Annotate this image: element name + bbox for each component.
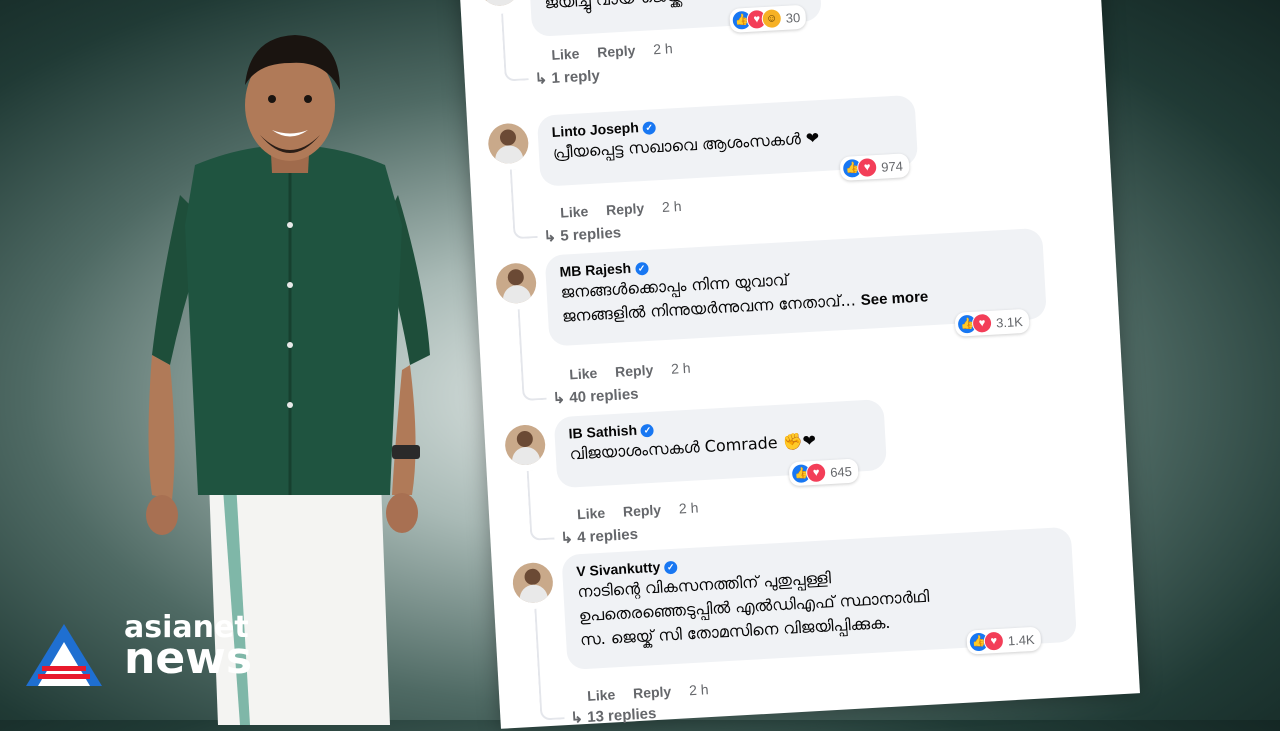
reaction-count: 3.1K [995,313,1024,331]
see-more-link[interactable]: See more [860,288,928,309]
comment-time: 2 h [688,681,709,699]
like-button[interactable]: Like [560,203,589,221]
verified-badge-icon: ✓ [663,560,678,575]
avatar[interactable] [495,262,538,305]
reaction-count: 645 [829,463,853,480]
like-button[interactable]: Like [587,686,616,704]
reply-button[interactable]: Reply [633,683,672,701]
avatar[interactable] [504,423,547,467]
comment-time: 2 h [670,359,691,377]
reaction-summary[interactable]: 👍 ♥ 974 [839,153,910,181]
thread-line [501,12,529,82]
love-icon: ♥ [856,156,878,179]
commenter-name[interactable]: IB Sathish [568,422,637,442]
thread-line [509,168,538,240]
verified-badge-icon: ✓ [640,423,655,438]
reply-button[interactable]: Reply [597,42,636,60]
reply-arrow-icon: ↳ [543,227,561,246]
view-replies-link[interactable]: ↳ 5 replies [543,223,621,246]
view-replies-link[interactable]: ↳ 1 reply [534,66,600,88]
logo-mark-icon [26,624,102,686]
comment-time: 2 h [678,499,699,517]
reaction-summary[interactable]: 👍 ♥ 3.1K [954,308,1030,337]
like-button[interactable]: Like [577,505,606,523]
comments-panel: ജയിച്ചു വായ് ജെയ്ക്ക് ❤ 👍♥☺30 Like Reply… [458,0,1140,729]
reply-button[interactable]: Reply [615,362,654,380]
comment-time: 2 h [652,40,674,58]
reply-arrow-icon: ↳ [534,69,552,88]
love-icon: ♥ [971,312,993,334]
avatar[interactable] [478,0,521,7]
commenter-name[interactable]: V Sivankutty [576,559,661,580]
like-button[interactable]: Like [551,45,580,63]
reaction-summary[interactable]: 👍 ♥ 1.4K [966,626,1042,655]
asianet-news-logo: asianet news [24,613,274,692]
view-replies-link[interactable]: ↳ 13 replies [570,704,657,727]
comment-time: 2 h [661,197,682,215]
haha-icon: ☺ [761,8,783,30]
reply-button[interactable]: Reply [623,502,662,520]
reaction-count: 1.4K [1007,631,1035,648]
avatar[interactable] [511,561,554,604]
commenter-name[interactable]: MB Rajesh [559,260,631,280]
avatar[interactable] [487,122,530,165]
reply-arrow-icon: ↳ [570,708,588,727]
like-button[interactable]: Like [569,365,598,383]
love-icon: ♥ [805,462,827,484]
logo-line2: news [124,633,253,684]
love-icon: ♥ [983,630,1005,652]
thread-line [517,307,547,402]
reply-arrow-icon: ↳ [559,529,578,548]
verified-badge-icon: ✓ [634,261,649,276]
reaction-summary[interactable]: 👍 ♥ ☺ 30 [729,4,807,33]
reaction-count: 974 [880,157,904,175]
view-replies-link[interactable]: ↳ 40 replies [552,385,639,408]
view-replies-link[interactable]: ↳ 4 replies [559,525,638,548]
reply-arrow-icon: ↳ [552,389,570,408]
thread-line [534,607,565,721]
reaction-count: 30 [785,9,801,26]
comment-item: Linto Joseph ✓ പ്രീയപ്പെട്ട സഖാവെ ആശംസകൾ … [467,84,1106,246]
verified-badge-icon: ✓ [642,121,657,135]
reaction-summary[interactable]: 👍 ♥ 645 [788,458,859,487]
reply-button[interactable]: Reply [606,200,645,218]
thread-line [526,469,555,541]
